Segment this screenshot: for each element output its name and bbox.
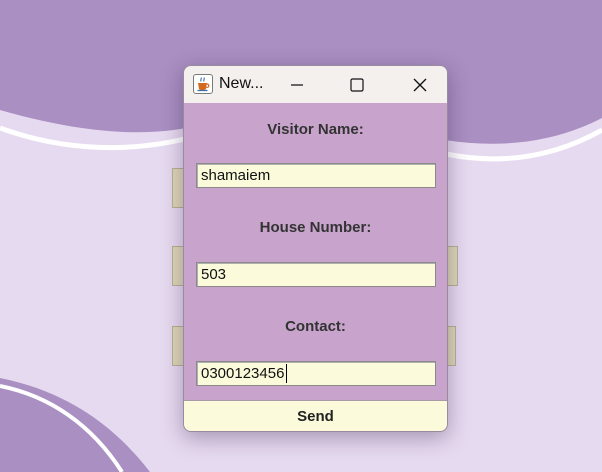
house-number-label: House Number: [259,219,372,236]
close-button[interactable] [396,66,444,103]
visitor-entry-window: New... Visitor Name: House Number: Conta… [183,65,448,432]
close-icon [413,78,427,91]
maximize-button[interactable] [333,66,381,103]
contact-label: Contact: [285,318,346,335]
contact-input[interactable] [196,361,436,386]
minimize-icon [291,83,303,86]
send-button[interactable]: Send [184,400,447,431]
visitor-name-input[interactable] [196,163,436,188]
minimize-button[interactable] [273,66,321,103]
text-caret [286,364,287,383]
window-title: New... [219,75,264,92]
maximize-icon [350,77,364,92]
background-field-3 [447,246,458,286]
title-bar[interactable]: New... [184,66,447,103]
java-cup-icon [193,74,213,94]
house-number-input[interactable] [196,262,436,287]
background-field-5 [447,326,456,366]
visitor-name-label: Visitor Name: [267,121,364,138]
